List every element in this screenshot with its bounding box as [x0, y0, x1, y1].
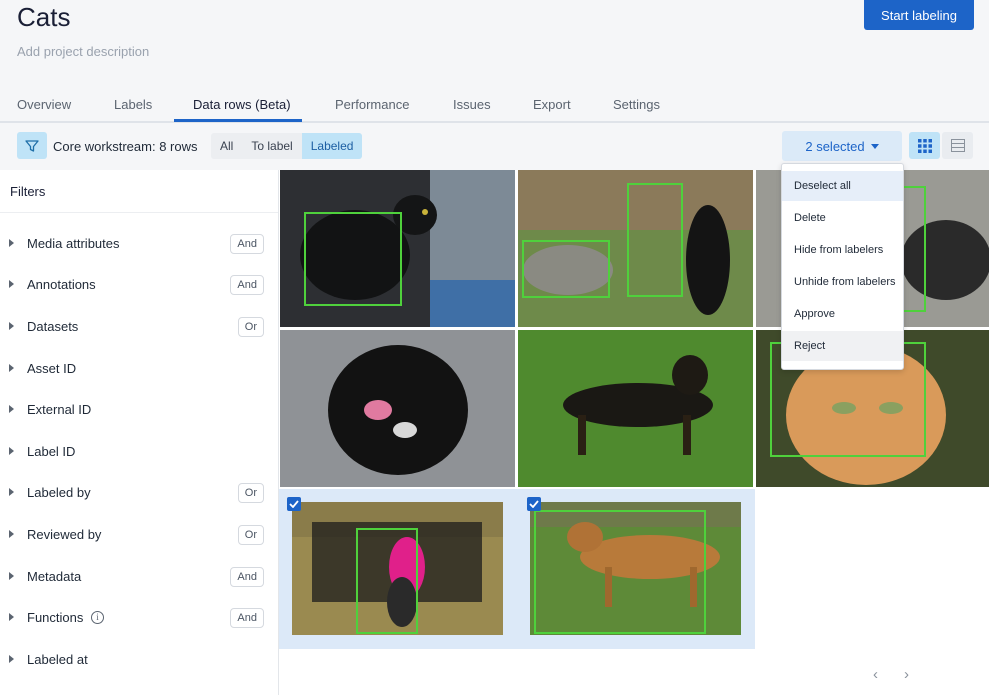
list-view-button[interactable]: [942, 132, 973, 159]
menu-item-hide-from-labelers[interactable]: Hide from labelers: [782, 235, 903, 265]
menu-item-delete[interactable]: Delete: [782, 203, 903, 233]
filter-logic-badge[interactable]: Or: [237, 525, 264, 545]
list-icon: [950, 139, 965, 152]
filter-label: External ID: [27, 402, 92, 417]
filter-label: Metadata: [27, 569, 82, 584]
filter-toggle-button[interactable]: [17, 132, 47, 159]
filter-metadata[interactable]: Metadata And: [0, 567, 278, 588]
filter-label: Labeled at: [27, 652, 88, 667]
dog-image: [518, 330, 753, 487]
filter-annotations[interactable]: Annotations And: [0, 275, 278, 296]
filter-external-id[interactable]: External ID: [0, 401, 278, 421]
filter-logic-badge[interactable]: And: [230, 608, 264, 628]
previous-page-button[interactable]: ‹: [873, 666, 878, 683]
project-title: Cats: [17, 2, 71, 32]
filter-label: Asset ID: [27, 361, 77, 376]
filter-datasets[interactable]: Datasets Or: [0, 317, 278, 338]
caret-right-icon: [9, 488, 14, 496]
filter-label: Reviewed by: [27, 527, 102, 542]
filters-heading: Filters: [10, 184, 46, 199]
filters-divider: [0, 212, 278, 213]
filter-icon: [25, 139, 39, 152]
data-row-thumbnail[interactable]: [280, 170, 515, 327]
tab-export[interactable]: Export: [533, 97, 571, 112]
tab-issues[interactable]: Issues: [453, 97, 491, 112]
row-select-checkbox[interactable]: [527, 497, 541, 511]
filter-labeled-at[interactable]: Labeled at: [0, 651, 278, 671]
caret-right-icon: [9, 613, 14, 621]
filter-logic-badge[interactable]: Or: [237, 483, 264, 503]
filter-logic-badge[interactable]: And: [230, 567, 264, 587]
filter-logic-badge[interactable]: And: [230, 275, 264, 295]
caret-right-icon: [9, 655, 14, 663]
filter-label: Datasets: [27, 319, 79, 334]
row-select-checkbox[interactable]: [287, 497, 301, 511]
filter-asset-id[interactable]: Asset ID: [0, 360, 278, 380]
checkmark-icon: [289, 500, 299, 508]
workstream-label: Core workstream: 8 rows: [53, 139, 198, 154]
filter-label: Annotations: [27, 277, 96, 292]
selection-actions-button[interactable]: 2 selected: [782, 131, 902, 161]
project-description-field[interactable]: Add project description: [17, 44, 149, 59]
caret-right-icon: [9, 322, 14, 330]
caret-right-icon: [9, 239, 14, 247]
caret-right-icon: [9, 447, 14, 455]
caret-right-icon: [9, 405, 14, 413]
next-page-button[interactable]: ›: [904, 666, 909, 683]
segment-all[interactable]: All: [211, 133, 242, 159]
caret-right-icon: [9, 280, 14, 288]
caret-right-icon: [9, 364, 14, 372]
dog-image: [280, 330, 515, 487]
filter-label: Labeled by: [27, 485, 91, 500]
bounding-box: [627, 183, 683, 297]
bounding-box: [356, 528, 418, 634]
tab-labels[interactable]: Labels: [114, 97, 152, 112]
active-tab-indicator: [174, 119, 302, 122]
data-row-thumbnail[interactable]: [292, 502, 503, 635]
start-labeling-button[interactable]: Start labeling: [864, 0, 974, 30]
segment-to-label[interactable]: To label: [242, 133, 301, 159]
tab-performance[interactable]: Performance: [335, 97, 409, 112]
menu-item-approve[interactable]: Approve: [782, 299, 903, 329]
tab-data-rows[interactable]: Data rows (Beta): [193, 97, 291, 112]
menu-item-deselect-all[interactable]: Deselect all: [782, 171, 903, 201]
data-row-thumbnail[interactable]: [530, 502, 741, 635]
caret-down-icon: [870, 143, 879, 149]
data-row-thumbnail[interactable]: [280, 330, 515, 487]
tab-settings[interactable]: Settings: [613, 97, 660, 112]
filter-label-id[interactable]: Label ID: [0, 443, 278, 463]
menu-item-reject[interactable]: Reject: [782, 331, 903, 361]
selection-count: 2 selected: [805, 138, 865, 154]
grid-view-button[interactable]: [909, 132, 940, 159]
caret-right-icon: [9, 530, 14, 538]
data-row-thumbnail[interactable]: [518, 170, 753, 327]
filter-label: Functions: [27, 610, 84, 625]
info-icon[interactable]: i: [91, 611, 104, 624]
bounding-box: [522, 240, 610, 298]
menu-item-unhide-from-labelers[interactable]: Unhide from labelers: [782, 267, 903, 297]
status-segmented-control: All To label Labeled: [211, 133, 363, 159]
filter-media-attributes[interactable]: Media attributes And: [0, 234, 278, 255]
filter-label: Label ID: [27, 444, 76, 459]
bounding-box: [534, 510, 706, 634]
tab-overview[interactable]: Overview: [17, 97, 71, 112]
filter-label: Media attributes: [27, 236, 120, 251]
filter-functions[interactable]: Functions i And: [0, 608, 278, 629]
selection-actions-menu: Deselect all Delete Hide from labelers U…: [781, 163, 904, 370]
caret-right-icon: [9, 572, 14, 580]
data-row-thumbnail[interactable]: [518, 330, 753, 487]
bounding-box: [902, 186, 926, 312]
filter-reviewed-by[interactable]: Reviewed by Or: [0, 525, 278, 546]
filter-logic-badge[interactable]: And: [230, 234, 264, 254]
bounding-box: [304, 212, 402, 306]
checkmark-icon: [529, 500, 539, 508]
segment-labeled[interactable]: Labeled: [301, 133, 363, 159]
grid-icon: [917, 138, 932, 153]
filter-labeled-by[interactable]: Labeled by Or: [0, 483, 278, 504]
filter-logic-badge[interactable]: Or: [237, 317, 264, 337]
